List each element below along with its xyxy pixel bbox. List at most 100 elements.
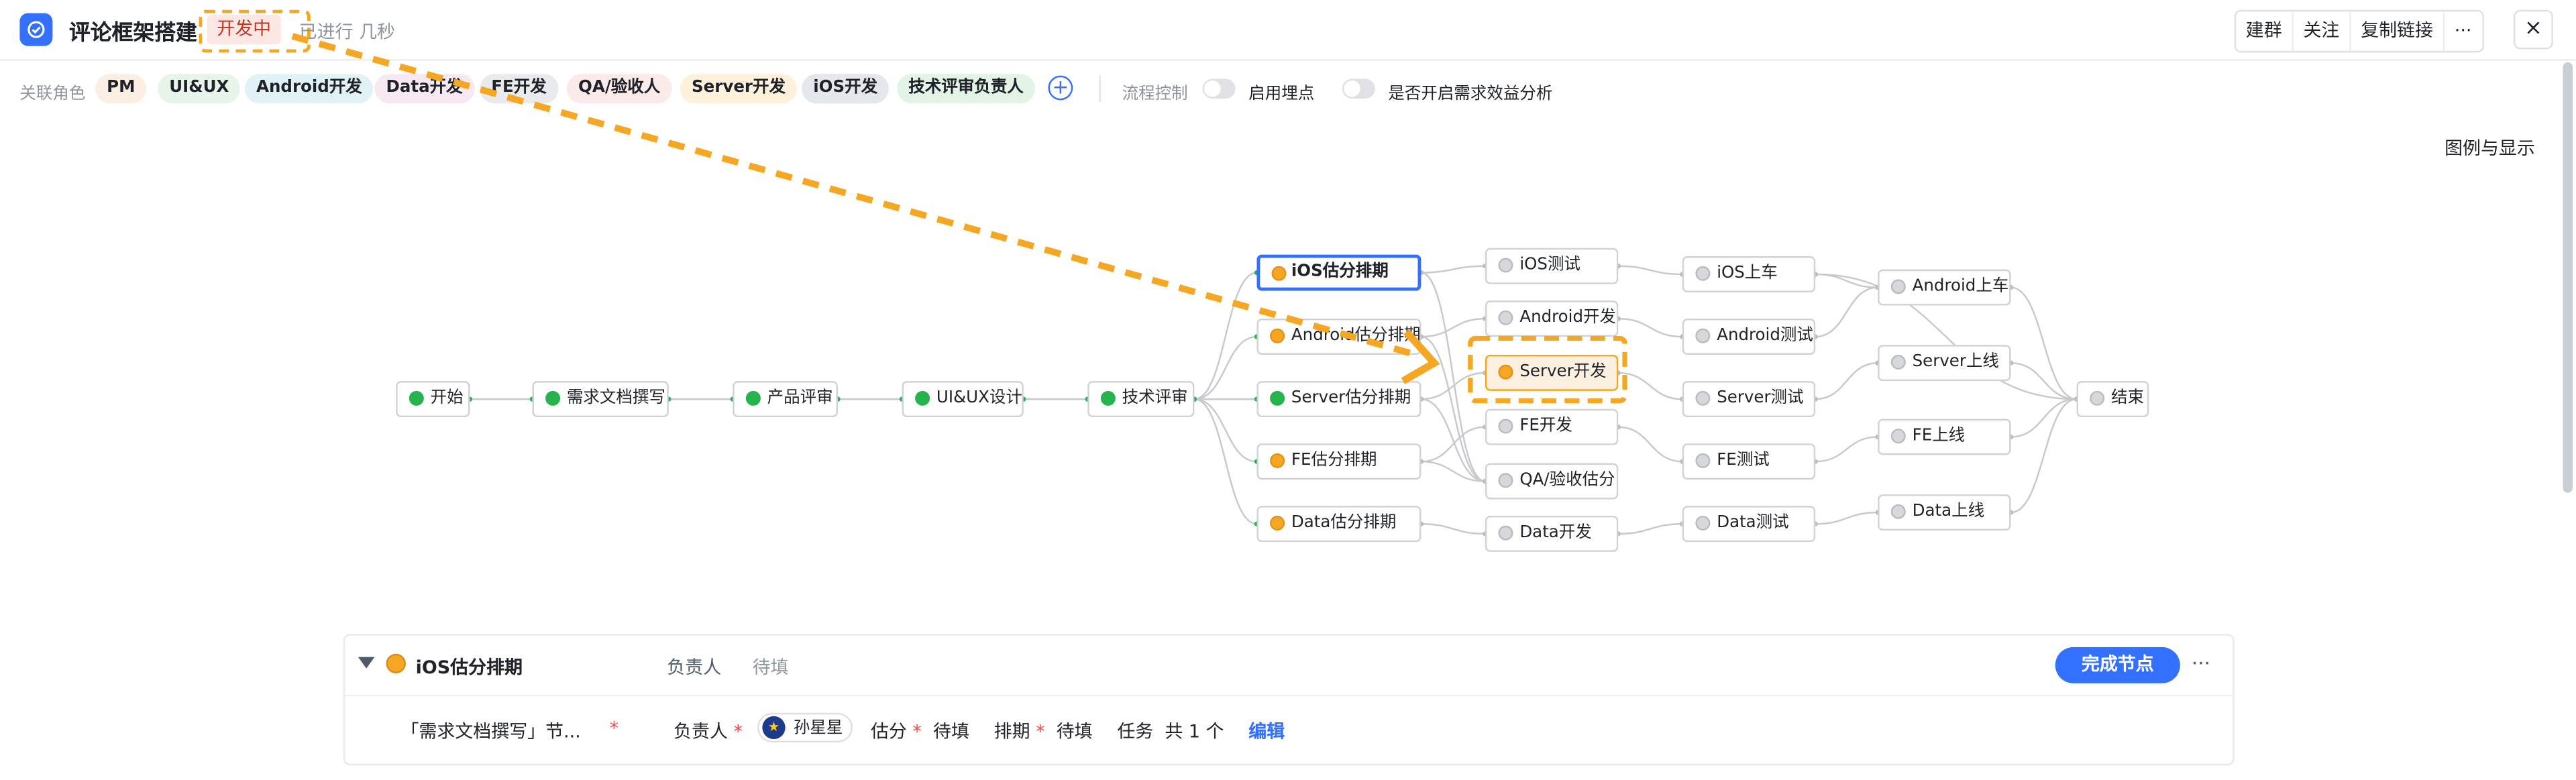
graph-edge — [1421, 398, 1485, 482]
node-start[interactable]: 开始 — [396, 381, 470, 418]
panel-more-icon[interactable]: ··· — [2192, 652, 2210, 675]
graph-edge — [2010, 398, 2077, 514]
assignee-name: 孙星星 — [793, 719, 843, 738]
role-chip[interactable]: UI&UX — [158, 74, 241, 104]
status-dot-icon — [745, 390, 761, 406]
node-design[interactable]: UI&UX设计 — [902, 381, 1024, 418]
node-fe-est[interactable]: FE估分排期 — [1256, 443, 1421, 480]
status-dot-icon — [1695, 266, 1711, 281]
graph-edge — [1421, 460, 1485, 482]
complete-node-button[interactable]: 完成节点 — [2055, 647, 2180, 683]
estimate-value[interactable]: 待填 — [933, 721, 969, 742]
owner-value[interactable]: 待填 — [753, 654, 789, 680]
benefit-toggle-label: 是否开启需求效益分析 — [1388, 85, 1553, 104]
status-dot-icon — [1498, 525, 1513, 541]
benefit-toggle[interactable] — [1342, 78, 1375, 99]
node-label: Data测试 — [1717, 514, 1789, 533]
node-ios-test[interactable]: iOS测试 — [1485, 247, 1619, 284]
node-detail-panel: iOS估分排期 负责人 待填 完成节点 ··· 「需求文档撰写」节... * 负… — [343, 634, 2235, 766]
node-label: 结束 — [2110, 389, 2144, 408]
graph-edge — [2010, 362, 2077, 400]
node-android-dev[interactable]: Android开发 — [1485, 300, 1619, 337]
node-data-dev[interactable]: Data开发 — [1485, 515, 1619, 552]
app-icon — [19, 13, 53, 46]
status-dot-icon — [1498, 473, 1513, 488]
status-dot-icon — [1695, 453, 1711, 468]
tracking-toggle[interactable] — [1202, 78, 1236, 99]
role-chip[interactable]: iOS开发 — [802, 74, 890, 104]
schedule-value[interactable]: 待填 — [1057, 721, 1093, 742]
create-group-button[interactable]: 建群 — [2236, 11, 2294, 51]
status-dot-icon — [1498, 310, 1513, 325]
node-tech[interactable]: 技术评审 — [1087, 381, 1195, 418]
node-label: 开始 — [430, 389, 464, 408]
role-chip[interactable]: Android开发 — [244, 74, 374, 104]
status-dot-icon — [1270, 453, 1285, 468]
graph-edge — [1815, 362, 1878, 400]
status-dot-icon — [409, 390, 424, 406]
graph-edge — [1194, 335, 1257, 400]
legend-display-link[interactable]: 图例与显示 — [2445, 135, 2535, 161]
panel-header: iOS估分排期 负责人 待填 完成节点 ··· — [345, 636, 2233, 697]
node-label: iOS估分排期 — [1291, 262, 1389, 281]
status-dot-icon — [386, 653, 406, 674]
status-dot-icon — [1498, 364, 1513, 380]
close-icon[interactable]: × — [2513, 9, 2553, 50]
graph-edge — [1815, 273, 1878, 288]
role-chip[interactable]: PM — [95, 74, 147, 104]
status-dot-icon — [1890, 354, 1906, 370]
role-chip[interactable]: Server开发 — [680, 74, 798, 104]
node-android-est[interactable]: Android估分排期 — [1256, 319, 1421, 355]
dependency-text[interactable]: 「需求文档撰写」节... — [401, 718, 581, 744]
status-dot-icon — [1270, 515, 1285, 531]
node-qa-est[interactable]: QA/验收估分 — [1485, 463, 1619, 500]
add-role-icon[interactable]: + — [1048, 75, 1073, 101]
role-chip[interactable]: 技术评审负责人 — [897, 74, 1035, 104]
node-server-est[interactable]: Server估分排期 — [1256, 381, 1421, 418]
role-chip[interactable]: FE开发 — [480, 74, 558, 104]
task-field: 任务 共 1 个 — [1117, 721, 1224, 742]
collapse-icon[interactable] — [358, 657, 375, 669]
node-ios-est[interactable]: iOS估分排期 — [1256, 254, 1421, 291]
node-review[interactable]: 产品评审 — [733, 381, 838, 418]
node-android-test[interactable]: Android测试 — [1682, 319, 1816, 355]
required-mark: * — [609, 718, 619, 740]
graph-edge — [1421, 523, 1485, 535]
scrollbar[interactable] — [2563, 62, 2573, 493]
app-root: 评论框架搭建 开发中 已进行 几秒 建群 关注 复制链接 ··· × 关联角色 … — [0, 0, 2576, 780]
node-android-launch[interactable]: Android上车 — [1878, 269, 2011, 306]
copy-link-button[interactable]: 复制链接 — [2351, 11, 2445, 51]
graph-edge — [1618, 317, 1682, 338]
node-fe-dev[interactable]: FE开发 — [1485, 408, 1619, 445]
graph-edge — [1194, 398, 1257, 525]
assignee-chip[interactable]: ★ 孙星星 — [757, 712, 853, 742]
node-fe-test[interactable]: FE测试 — [1682, 443, 1816, 480]
node-ios-launch[interactable]: iOS上车 — [1682, 256, 1816, 292]
panel-node-title: iOS估分排期 — [415, 657, 523, 679]
role-chip[interactable]: QA/验收人 — [566, 74, 672, 104]
node-data-test[interactable]: Data测试 — [1682, 506, 1816, 543]
node-label: FE开发 — [1519, 417, 1572, 435]
graph-edge — [1815, 286, 1878, 338]
graph-edge — [1421, 272, 1486, 482]
node-server-dev[interactable]: Server开发 — [1485, 354, 1619, 391]
role-chip[interactable]: Data开发 — [374, 74, 474, 104]
more-icon[interactable]: ··· — [2445, 11, 2481, 51]
node-prd[interactable]: 需求文档撰写 — [532, 381, 669, 418]
status-dot-icon — [1890, 279, 1906, 294]
edit-link[interactable]: 编辑 — [1248, 718, 1285, 744]
graph-edge — [1618, 265, 1682, 276]
roles-label: 关联角色 — [19, 85, 86, 104]
graph-edge — [2010, 398, 2077, 438]
status-dot-icon — [2090, 390, 2105, 406]
node-data-est[interactable]: Data估分排期 — [1256, 506, 1421, 543]
node-server-launch[interactable]: Server上线 — [1878, 345, 2011, 382]
node-server-test[interactable]: Server测试 — [1682, 381, 1816, 418]
estimate-field: 估分 * 待填 — [870, 721, 969, 742]
graph-edge — [1194, 272, 1257, 400]
follow-button[interactable]: 关注 — [2294, 11, 2351, 51]
owner-field-label: 负责人 * — [674, 721, 743, 742]
node-data-launch[interactable]: Data上线 — [1878, 494, 2011, 531]
node-end[interactable]: 结束 — [2076, 381, 2149, 418]
node-fe-launch[interactable]: FE上线 — [1878, 419, 2011, 455]
